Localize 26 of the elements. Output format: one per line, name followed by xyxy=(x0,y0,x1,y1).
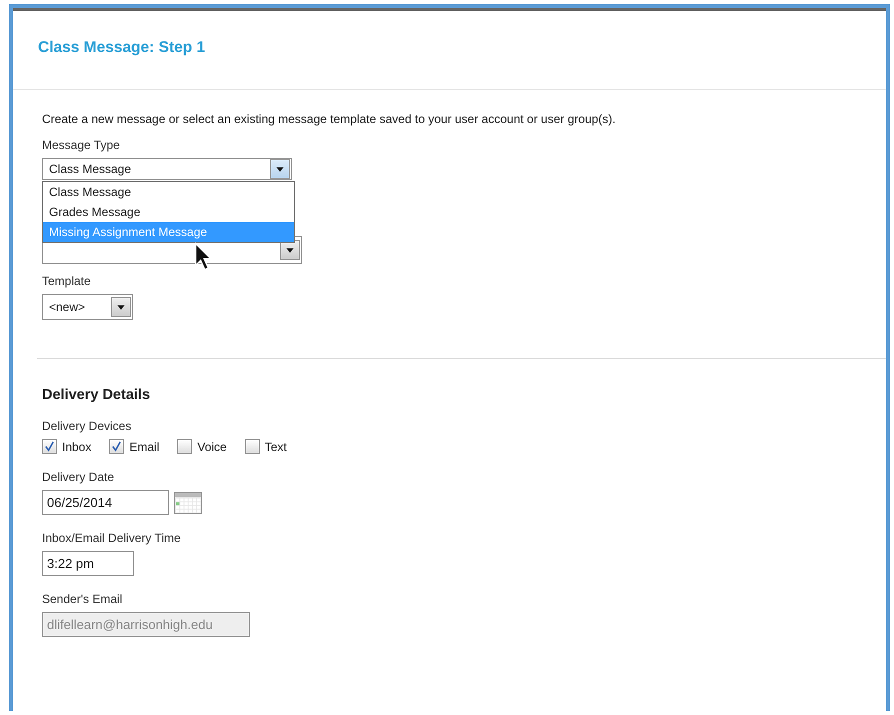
time-field[interactable]: 3:22 pm xyxy=(42,551,134,576)
calendar-icon[interactable] xyxy=(174,492,202,514)
field-label: Template xyxy=(42,274,92,288)
checkbox-label: Inbox xyxy=(62,440,92,454)
page-title: Class Message: Step 1 xyxy=(38,39,206,57)
checkbox-label: Text xyxy=(264,440,287,454)
template-dropdown[interactable]: <new> xyxy=(42,294,133,320)
field-label: Sender's Email xyxy=(42,592,124,606)
checkbox[interactable] xyxy=(42,439,57,454)
field-label: Delivery Devices xyxy=(42,419,132,433)
dropdown-option[interactable]: Class Message xyxy=(43,182,294,202)
checkbox-label: Email xyxy=(129,440,160,454)
checkbox[interactable] xyxy=(109,439,124,454)
dropdown-option[interactable]: Grades Message xyxy=(43,202,294,222)
message-type-dropdown[interactable]: Class Message xyxy=(42,158,292,180)
intro-text: Create a new message or select an existing message template saved to your user account or user group(s). xyxy=(42,112,617,126)
field-label: Message Type xyxy=(42,138,121,152)
date-field[interactable]: 06/25/2014 xyxy=(42,490,169,515)
checkbox[interactable] xyxy=(244,439,260,454)
checkbox[interactable] xyxy=(177,439,192,454)
caret-icon xyxy=(111,297,131,317)
caret-icon xyxy=(270,159,290,179)
field-label: Inbox/Email Delivery Time xyxy=(42,531,182,545)
checkbox-label: Voice xyxy=(197,440,227,454)
section-heading: Delivery Details xyxy=(42,387,152,403)
field-label: Delivery Date xyxy=(42,470,116,484)
